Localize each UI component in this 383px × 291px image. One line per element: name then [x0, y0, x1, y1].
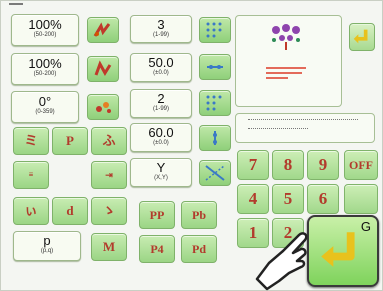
pattern-point-value: p: [43, 233, 51, 248]
pitch-x-icon-button[interactable]: [199, 54, 231, 80]
step-button-pp[interactable]: PP: [139, 201, 175, 229]
status-strip-text-2: [248, 128, 308, 131]
rotation-box[interactable]: 0° (0-359): [11, 91, 79, 123]
tool-button-1[interactable]: ミ: [13, 127, 49, 155]
rotation-value: 0°: [38, 94, 52, 109]
scale-y-range: (50-200): [33, 71, 57, 77]
axis-value: Y: [156, 160, 166, 175]
step-button-pd[interactable]: Pd: [181, 235, 217, 263]
axis-swap-button[interactable]: [199, 160, 231, 186]
rotation-icon: [96, 102, 111, 113]
axis-box[interactable]: Y (X,Y): [130, 158, 192, 187]
step-button-pb[interactable]: Pb: [181, 201, 217, 229]
pitch-x-icon: [207, 65, 223, 69]
rotation-icon-button[interactable]: [87, 94, 119, 120]
key-8[interactable]: 8: [272, 150, 304, 180]
scale-y-value: 100%: [28, 56, 62, 71]
grid-pattern-button[interactable]: [199, 17, 231, 43]
pattern-point-box[interactable]: p (p,q): [13, 231, 81, 261]
sewing-panel-screen: 100% (50-200) 100% (50-200) 0° (0-359) 3…: [0, 0, 383, 291]
key-5[interactable]: 5: [272, 184, 304, 214]
grid-pattern-y-button[interactable]: [199, 90, 231, 116]
hand-pointer-icon: [255, 232, 308, 291]
scale-x-range: (50-200): [33, 32, 57, 38]
step-button-p4[interactable]: P4: [139, 235, 175, 263]
side-key[interactable]: [344, 184, 378, 214]
scale-y-icon-button[interactable]: [87, 56, 119, 82]
grid-pattern-icon: [206, 22, 222, 38]
pitch-y-value: 60.0: [148, 125, 174, 140]
scale-x-icon-button[interactable]: [87, 17, 119, 43]
repeat-count-box[interactable]: 3 (1-99): [130, 15, 192, 43]
tool-button-3[interactable]: ふ: [91, 127, 127, 155]
pitch-x-value: 50.0: [148, 55, 174, 70]
key-6[interactable]: 6: [307, 184, 339, 214]
rotation-range: (0-359): [35, 109, 55, 115]
repeat-count-value: 3: [157, 17, 165, 32]
repeat-count-y-box[interactable]: 2 (1-99): [130, 89, 192, 118]
pitch-y-icon-button[interactable]: [199, 125, 231, 151]
status-strip: [235, 113, 375, 143]
scale-x-icon: [93, 22, 111, 37]
repeat-count-y-value: 2: [157, 91, 165, 106]
grid-pattern-y-icon: [206, 95, 222, 111]
pattern-preview-panel: [235, 15, 342, 107]
key-7[interactable]: 7: [237, 150, 269, 180]
repeat-count-y-range: (1-99): [152, 106, 169, 112]
scale-y-box[interactable]: 100% (50-200): [11, 53, 79, 85]
axis-range: (X,Y): [154, 175, 168, 181]
pitch-x-box[interactable]: 50.0 (±0.0): [130, 53, 192, 82]
scale-x-value: 100%: [28, 17, 62, 32]
tool-button-m[interactable]: M: [91, 233, 127, 261]
pitch-x-range: (±0.0): [153, 70, 169, 76]
key-4[interactable]: 4: [237, 184, 269, 214]
tool-button-4[interactable]: ≡: [13, 161, 49, 189]
scale-y-icon: [94, 60, 112, 76]
tool-button-6[interactable]: ぃ: [13, 197, 49, 225]
scale-x-box[interactable]: 100% (50-200): [11, 14, 79, 46]
repeat-count-range: (1-99): [152, 32, 169, 38]
off-key[interactable]: OFF: [344, 150, 378, 180]
pitch-y-icon: [213, 131, 217, 145]
key-9[interactable]: 9: [307, 150, 339, 180]
status-strip-text: [248, 119, 358, 122]
return-top-button[interactable]: [349, 23, 375, 51]
tool-button-p[interactable]: P: [52, 127, 88, 155]
return-arrow-icon: [353, 29, 368, 44]
axis-swap-icon: [205, 165, 225, 181]
tool-button-7[interactable]: d: [52, 197, 88, 225]
pattern-point-range: (p,q): [40, 248, 54, 254]
pattern-preview-icon: [272, 24, 300, 50]
pitch-y-range: (±0.0): [153, 140, 169, 146]
pitch-y-box[interactable]: 60.0 (±0.0): [130, 123, 192, 152]
return-arrow-icon: [321, 232, 355, 267]
status-mark: [9, 3, 23, 5]
tool-button-5[interactable]: ⇥: [91, 161, 127, 189]
tool-button-8[interactable]: ゝ: [91, 197, 127, 225]
preview-info-lines: [266, 64, 316, 82]
